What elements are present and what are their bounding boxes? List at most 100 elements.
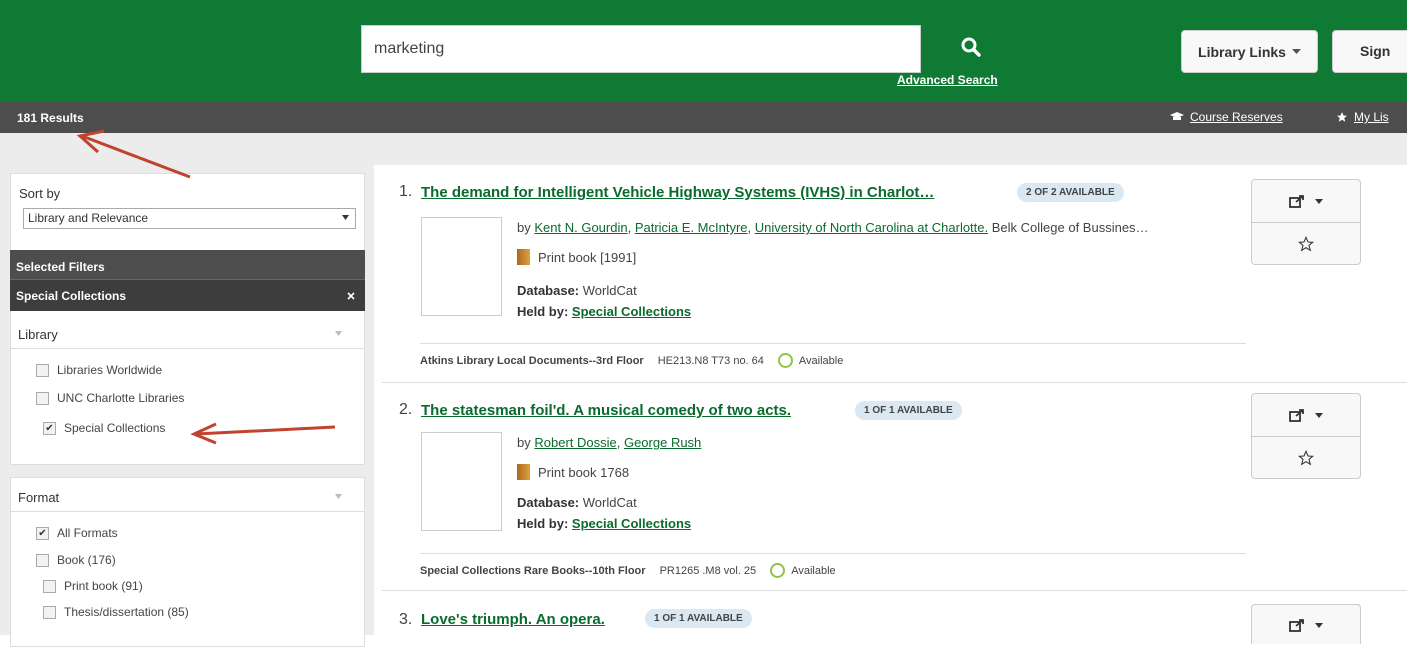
held-by-label: Held by: <box>517 304 569 319</box>
format-option-print-book[interactable]: Print book (91) <box>43 579 143 593</box>
by-label: by <box>517 435 531 450</box>
caret-down-icon <box>1291 48 1301 54</box>
author-link[interactable]: Robert Dossie <box>534 435 616 450</box>
star-outline-icon <box>1298 236 1314 252</box>
format-line: Print book [1991] <box>517 249 636 265</box>
author-link[interactable]: Patricia E. McIntyre <box>635 220 748 235</box>
result-title-link[interactable]: The statesman foil'd. A musical comedy o… <box>421 402 791 419</box>
course-reserves-link[interactable]: Course Reserves <box>1170 110 1283 124</box>
format-label: Print book 1768 <box>538 464 630 480</box>
save-to-list-button[interactable] <box>1252 437 1360 479</box>
search-button[interactable] <box>960 36 984 60</box>
author-line: by Kent N. Gourdin, Patricia E. McIntyre… <box>517 220 1149 235</box>
result-number: 3. <box>399 611 413 628</box>
format-option-label: Print book (91) <box>64 579 143 593</box>
holding-location: Atkins Library Local Documents--3rd Floo… <box>420 354 644 367</box>
checkbox[interactable] <box>36 553 49 567</box>
share-icon <box>1289 619 1304 632</box>
star-icon <box>1337 112 1347 122</box>
database-value: WorldCat <box>582 283 637 298</box>
search-icon <box>961 37 981 57</box>
held-by-link[interactable]: Special Collections <box>572 304 691 319</box>
format-label: Format <box>18 490 60 505</box>
by-label: by <box>517 220 531 235</box>
format-option-label: All Formats <box>57 526 118 540</box>
advanced-search-link[interactable]: Advanced Search <box>897 73 998 87</box>
result-actions <box>1251 604 1361 644</box>
result-item: 3. Love's triumph. An opera. 1 OF 1 AVAI… <box>382 590 1407 644</box>
graduation-cap-icon <box>1170 112 1184 120</box>
held-by-link[interactable]: Special Collections <box>572 516 691 531</box>
database-label: Database: <box>517 283 580 298</box>
results-list: 1. The demand for Intelligent Vehicle Hi… <box>382 165 1407 644</box>
my-lists-link[interactable]: My Lis <box>1336 110 1389 124</box>
result-item: 2. The statesman foil'd. A musical comed… <box>382 382 1407 591</box>
star-outline-icon <box>1298 450 1314 466</box>
result-number: 1. <box>399 183 413 200</box>
format-panel: Format ✔ All Formats Book (176) Print bo… <box>10 477 365 647</box>
collapse-caret-icon[interactable] <box>335 494 342 499</box>
call-number: HE213.N8 T73 no. 64 <box>657 354 764 367</box>
course-reserves-label: Course Reserves <box>1190 110 1283 124</box>
format-option-all[interactable]: ✔ All Formats <box>36 526 118 540</box>
author-link[interactable]: George Rush <box>624 435 701 450</box>
result-item: 1. The demand for Intelligent Vehicle Hi… <box>382 165 1407 383</box>
library-links-label: Library Links <box>1198 43 1286 60</box>
author-link[interactable]: University of North Carolina at Charlott… <box>755 220 988 235</box>
search-input[interactable] <box>361 25 921 73</box>
author-link[interactable]: Kent N. Gourdin <box>534 220 627 235</box>
author-extra: Belk College of Bussines… <box>991 220 1149 235</box>
result-title-link[interactable]: The demand for Intelligent Vehicle Highw… <box>421 184 934 201</box>
availability-badge: 1 OF 1 AVAILABLE <box>645 609 752 628</box>
format-label: Print book [1991] <box>538 249 637 265</box>
result-actions <box>1251 179 1361 265</box>
cover-thumbnail[interactable] <box>421 217 502 316</box>
format-option-book[interactable]: Book (176) <box>36 553 116 567</box>
database-line: Database: WorldCat <box>517 283 637 298</box>
format-line: Print book 1768 <box>517 464 629 480</box>
database-label: Database: <box>517 495 580 510</box>
format-option-label: Book (176) <box>57 553 116 567</box>
checkbox[interactable] <box>43 605 56 619</box>
arrow-to-special-collections <box>190 422 336 445</box>
cover-thumbnail[interactable] <box>421 432 502 531</box>
database-line: Database: WorldCat <box>517 495 637 510</box>
format-option-thesis[interactable]: Thesis/dissertation (85) <box>43 605 189 619</box>
sign-in-button[interactable]: Sign <box>1332 30 1407 73</box>
save-to-list-button[interactable] <box>1252 223 1360 265</box>
caret-down-icon <box>1315 622 1323 628</box>
author-line: by Robert Dossie, George Rush <box>517 435 702 450</box>
available-icon <box>777 353 793 368</box>
caret-down-icon <box>1315 412 1323 418</box>
result-number: 2. <box>399 401 413 418</box>
availability-status: Available <box>798 354 844 367</box>
holding-location: Special Collections Rare Books--10th Flo… <box>420 564 646 577</box>
result-title-link[interactable]: Love's triumph. An opera. <box>421 611 605 628</box>
availability-badge: 1 OF 1 AVAILABLE <box>855 401 962 420</box>
call-number: PR1265 .M8 vol. 25 <box>659 564 757 577</box>
library-links-button[interactable]: Library Links <box>1181 30 1318 73</box>
holding-row: Atkins Library Local Documents--3rd Floo… <box>420 343 1246 368</box>
format-option-label: Thesis/dissertation (85) <box>64 605 189 619</box>
checkbox[interactable] <box>43 579 56 593</box>
availability-badge: 2 OF 2 AVAILABLE <box>1017 183 1124 202</box>
result-actions <box>1251 393 1361 479</box>
holding-row: Special Collections Rare Books--10th Flo… <box>420 553 1246 578</box>
held-by-line: Held by: Special Collections <box>517 516 691 531</box>
availability-status: Available <box>791 564 836 577</box>
share-button[interactable] <box>1252 605 1360 645</box>
available-icon <box>770 563 786 578</box>
book-icon <box>517 249 530 265</box>
database-value: WorldCat <box>582 495 637 510</box>
share-button[interactable] <box>1252 180 1360 223</box>
arrow-to-results-count <box>76 129 191 179</box>
checkbox-checked[interactable]: ✔ <box>36 526 49 540</box>
annotation-arrows <box>76 129 336 445</box>
share-icon <box>1289 195 1304 208</box>
book-icon <box>517 464 530 480</box>
held-by-label: Held by: <box>517 516 569 531</box>
share-icon <box>1289 409 1304 422</box>
my-lists-label: My Lis <box>1354 110 1389 124</box>
share-button[interactable] <box>1252 394 1360 437</box>
caret-down-icon <box>1315 198 1323 204</box>
